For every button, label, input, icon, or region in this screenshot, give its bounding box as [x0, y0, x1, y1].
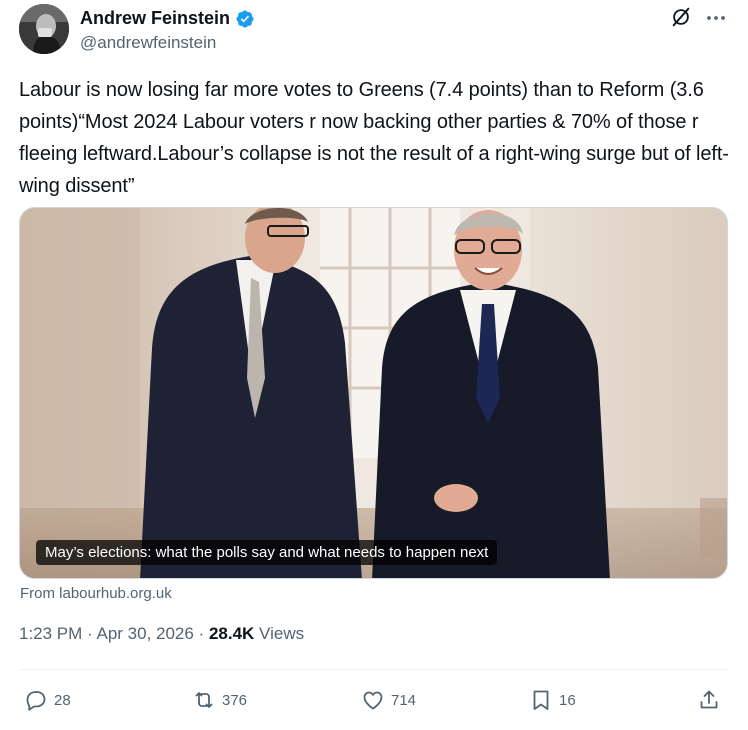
- more-options-icon[interactable]: [705, 8, 727, 28]
- views-label: Views: [254, 624, 305, 643]
- reply-icon: [26, 691, 46, 711]
- reply-count: 28: [54, 691, 71, 709]
- link-card[interactable]: May’s elections: what the polls say and …: [19, 207, 728, 579]
- card-caption: May’s elections: what the polls say and …: [36, 540, 498, 565]
- grok-icon[interactable]: [670, 6, 692, 28]
- bookmark-icon: [533, 690, 549, 710]
- avatar[interactable]: [19, 4, 69, 54]
- like-count: 714: [391, 691, 417, 709]
- author-handle[interactable]: @andrewfeinstein: [80, 33, 216, 53]
- bookmark-count: 16: [559, 691, 576, 709]
- card-source-link[interactable]: From labourhub.org.uk: [20, 585, 172, 602]
- verified-badge-icon: [236, 9, 254, 28]
- repost-button[interactable]: 376: [192, 687, 247, 713]
- views-count: 28.4K: [208, 624, 255, 643]
- author-name[interactable]: Andrew Feinstein: [80, 8, 255, 29]
- divider: [19, 669, 728, 670]
- author-name-text[interactable]: Andrew Feinstein: [80, 8, 230, 29]
- tweet-text: Labour is now losing far more votes to G…: [19, 79, 729, 197]
- bookmark-button[interactable]: 16: [529, 687, 576, 713]
- repost-icon: [195, 692, 213, 708]
- share-button[interactable]: [697, 687, 721, 713]
- card-image: [20, 208, 727, 578]
- like-button[interactable]: 714: [361, 687, 416, 713]
- share-icon: [700, 690, 718, 709]
- repost-count: 376: [222, 691, 248, 709]
- reply-button[interactable]: 28: [24, 687, 71, 713]
- tweet-meta: 1:23 PM · Apr 30, 2026 · 28.4K Views: [19, 624, 304, 644]
- heart-icon: [363, 691, 383, 710]
- tweet-timestamp[interactable]: 1:23 PM · Apr 30, 2026 ·: [19, 624, 209, 643]
- avatar-photo: [19, 4, 69, 54]
